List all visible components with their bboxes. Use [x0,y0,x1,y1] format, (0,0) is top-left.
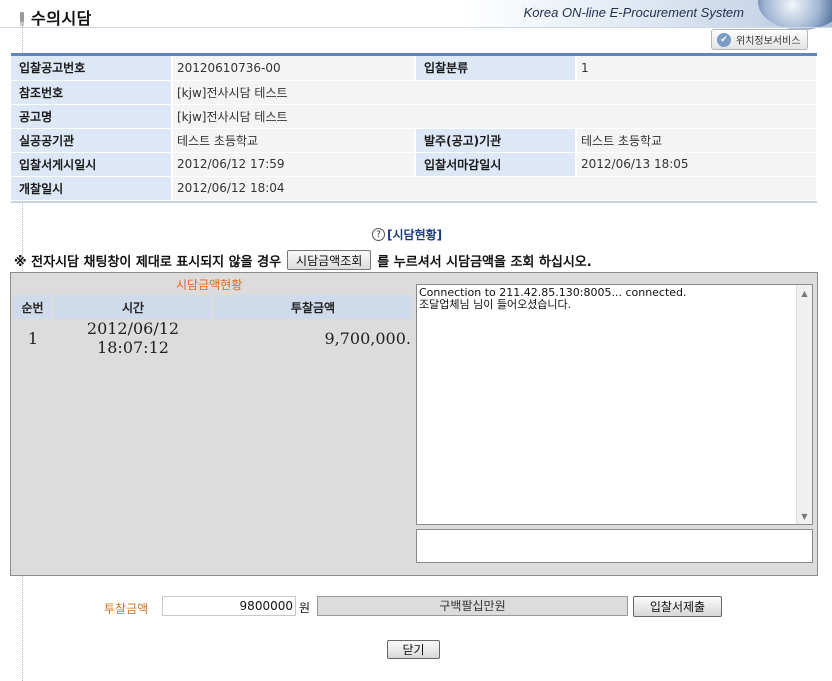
brand-banner: ·· ·· ·· Korea ON-line E-Procurement Sys… [462,0,832,30]
chat-log[interactable]: Connection to 211.42.85.130:8005... conn… [416,284,813,525]
query-amount-button[interactable]: 시담금액조회 [287,250,372,270]
notice-line: ※ 전자시담 채팅창이 제대로 표시되지 않을 경우 시담금액조회 를 누르셔서… [14,250,592,270]
value-notice-number: 20120610736-00 [172,56,416,81]
location-service-button[interactable]: ✔ 위치정보서비스 [711,29,808,50]
label-reference-number: 참조번호 [11,80,173,105]
bid-amount-input[interactable]: 9800000 [162,596,296,616]
info-row-dates: 입찰서게시일시 2012/06/12 17:59 입찰서마감일시 2012/06… [11,152,818,177]
header-divider [0,27,832,28]
value-post-date: 2012/06/12 17:59 [172,152,416,177]
table-row: 1 2012/06/12 18:07:12 9,700,000. [13,319,413,357]
info-row-notice-number: 입찰공고번호 20120610736-00 입찰분류 1 [11,56,818,81]
title-wrap: 수의시담 [20,5,92,29]
label-ordering-institution: 발주(공고)기관 [415,128,577,153]
brand-text: Korea ON-line E-Procurement System [523,5,744,20]
notice-prefix: ※ 전자시담 채팅창이 제대로 표시되지 않을 경우 [14,254,282,270]
info-row-reference: 참조번호 [kjw]전사시담 테스트 [11,80,818,105]
bid-amount-label: 투찰금액 [104,602,149,616]
close-button[interactable]: 닫기 [387,640,440,659]
label-notice-name: 공고명 [11,104,173,129]
bid-table-header: 순번 시간 투찰금액 [13,295,414,319]
chat-scrollbar[interactable]: ▲ ▼ [796,285,812,524]
label-close-date: 입찰서마감일시 [415,152,577,177]
value-demand-institution: 테스트 초등학교 [172,128,416,153]
location-service-label: 위치정보서비스 [736,36,801,47]
column-time: 시간 [53,295,214,319]
help-icon: ? [372,228,385,241]
notice-suffix: 를 누르셔서 시담금액을 조회 하십시오. [377,254,592,270]
label-bid-category: 입찰분류 [415,56,577,81]
value-reference-number: [kjw]전사시담 테스트 [172,80,818,105]
header: 수의시담 ·· ·· ·· Korea ON-line E-Procuremen… [0,0,832,30]
currency-unit: 원 [299,601,311,615]
globe-icon [758,0,832,30]
value-notice-name: [kjw]전사시담 테스트 [172,104,818,129]
value-ordering-institution: 테스트 초등학교 [576,128,818,153]
scroll-up-arrow-icon[interactable]: ▲ [797,285,812,301]
info-row-institution: 실공공기관 테스트 초등학교 발주(공고)기관 테스트 초등학교 [11,128,818,153]
negotiation-status-link[interactable]: ? [시담현황] [372,226,442,243]
column-amount: 투찰금액 [213,295,414,319]
title-bullet-icon [20,12,24,22]
bid-amount-table: 순번 시간 투찰금액 1 2012/06/12 18:07:12 9,700,0… [13,295,414,357]
chat-input[interactable] [416,529,813,563]
label-opening-date: 개찰일시 [11,176,173,201]
column-seq: 순번 [13,295,54,319]
label-post-date: 입찰서게시일시 [11,152,173,177]
negotiation-status-label: [시담현황] [387,228,443,242]
bid-info-table: 입찰공고번호 20120610736-00 입찰분류 1 참조번호 [kjw]전… [11,53,818,203]
chat-line: 조달업체님 님이 들어오셨습니다. [419,298,572,311]
label-demand-institution: 실공공기관 [11,128,173,153]
bid-status-panel: 시담금액현황 순번 시간 투찰금액 1 2012/06/12 18:07:12 … [10,272,818,576]
scroll-down-arrow-icon[interactable]: ▼ [797,508,812,524]
page-title: 수의시담 [31,9,92,28]
value-bid-category: 1 [576,56,818,81]
korean-amount-display: 구백팔십만원 [317,596,628,616]
value-opening-date: 2012/06/12 18:04 [172,176,818,201]
check-icon: ✔ [717,32,731,47]
value-close-date: 2012/06/13 18:05 [576,152,818,177]
row-time: 2012/06/12 18:07:12 [86,319,180,357]
bid-status-caption: 시담금액현황 [176,278,243,292]
chat-messages: Connection to 211.42.85.130:8005... conn… [417,285,812,313]
info-row-opening: 개찰일시 2012/06/12 18:04 [11,176,818,201]
row-seq: 1 [27,328,39,348]
info-row-notice-name: 공고명 [kjw]전사시담 테스트 [11,104,818,129]
submit-bid-button[interactable]: 입찰서제출 [633,596,722,617]
row-amount: 9,700,000. [324,328,411,348]
label-notice-number: 입찰공고번호 [11,56,173,81]
